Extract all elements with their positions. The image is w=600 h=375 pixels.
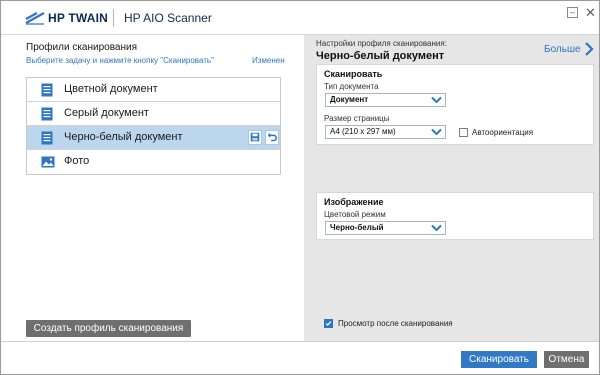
save-profile-button[interactable]: [248, 130, 262, 145]
cancel-button[interactable]: Отмена: [544, 351, 589, 368]
scanner-window: HP TWAIN HP AIO Scanner – ✕ Профили скан…: [0, 0, 600, 375]
save-icon: [250, 132, 260, 142]
settings-panel: Настройки профиля сканирования: Черно-бе…: [304, 35, 599, 341]
profiles-title: Профили сканирования: [26, 42, 137, 53]
settings-profile-title: Черно-белый документ: [316, 50, 445, 62]
page-size-value: A4 (210 x 297 мм): [330, 127, 396, 136]
chevron-down-icon: [431, 96, 442, 104]
chevron-down-icon: [431, 224, 442, 232]
title-bar: HP TWAIN HP AIO Scanner – ✕: [1, 1, 599, 35]
footer-bar: Сканировать Отмена: [1, 341, 599, 374]
color-mode-select[interactable]: Черно-белый: [325, 221, 446, 235]
document-icon: [41, 83, 53, 97]
auto-orientation-checkbox[interactable]: [459, 128, 468, 137]
close-button[interactable]: ✕: [585, 6, 596, 19]
doc-type-select[interactable]: Документ: [325, 93, 446, 107]
minimize-button[interactable]: –: [567, 7, 578, 18]
chevron-down-icon: [431, 128, 442, 136]
profile-label: Цветной документ: [64, 83, 158, 95]
image-section: Изображение Цветовой режим Черно-белый: [316, 192, 594, 240]
auto-orientation-label: Автоориентация: [472, 128, 534, 137]
profile-label: Черно-белый документ: [64, 131, 183, 143]
settings-caption: Настройки профиля сканирования:: [316, 39, 447, 48]
create-profile-button[interactable]: Создать профиль сканирования: [26, 320, 191, 337]
image-section-heading: Изображение: [324, 197, 384, 207]
profiles-panel: Профили сканирования Выберите задачу и н…: [1, 35, 304, 341]
profile-list: Цветной документ Серый документ Черно-бе…: [26, 77, 281, 175]
profile-label: Серый документ: [64, 107, 149, 119]
color-mode-label: Цветовой режим: [324, 210, 386, 219]
undo-icon: [267, 132, 277, 142]
title-separator: [113, 9, 114, 27]
profiles-hint: Выберите задачу и нажмите кнопку "Сканир…: [26, 56, 214, 65]
page-size-label: Размер страницы: [324, 114, 390, 123]
scan-button[interactable]: Сканировать: [461, 351, 537, 368]
color-mode-value: Черно-белый: [330, 223, 384, 232]
preview-after-scan-checkbox[interactable]: [324, 319, 333, 328]
profile-item-color-document[interactable]: Цветной документ: [27, 78, 280, 102]
profile-item-photo[interactable]: Фото: [27, 150, 280, 174]
document-icon: [41, 107, 53, 121]
checkmark-icon: [325, 321, 332, 326]
changed-indicator: Изменен: [252, 56, 285, 65]
chevron-right-icon[interactable]: [584, 42, 594, 56]
photo-icon: [41, 156, 55, 168]
preview-after-scan-label: Просмотр после сканирования: [338, 319, 453, 328]
scan-section: Сканировать Тип документа Документ Разме…: [316, 64, 594, 145]
page-size-select[interactable]: A4 (210 x 297 мм): [325, 125, 446, 139]
profile-item-bw-document[interactable]: Черно-белый документ: [27, 126, 280, 150]
doc-type-label: Тип документа: [324, 82, 379, 91]
more-settings-link[interactable]: Больше: [544, 44, 581, 55]
brand-label: HP TWAIN: [48, 11, 109, 25]
document-icon: [41, 131, 53, 145]
app-title: HP AIO Scanner: [124, 11, 212, 25]
profile-label: Фото: [64, 155, 90, 167]
profile-item-gray-document[interactable]: Серый документ: [27, 102, 280, 126]
doc-type-value: Документ: [330, 95, 369, 104]
hp-logo-icon: [25, 12, 45, 25]
scan-section-heading: Сканировать: [324, 69, 383, 79]
revert-profile-button[interactable]: [265, 130, 279, 145]
